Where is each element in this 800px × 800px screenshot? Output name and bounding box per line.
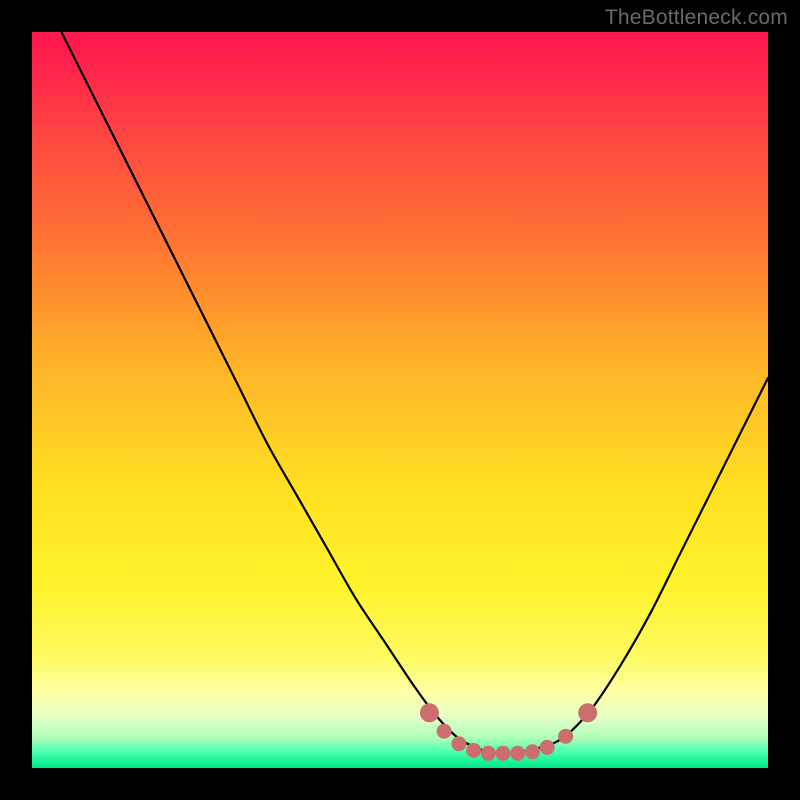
plot-area [32, 32, 768, 768]
optimum-marker [510, 746, 525, 761]
optimum-marker [540, 740, 555, 755]
optimum-marker [437, 724, 452, 739]
optimum-marker [558, 729, 573, 744]
bottleneck-curve [61, 32, 768, 754]
optimum-marker [451, 736, 466, 751]
optimum-marker [578, 703, 597, 722]
optimum-marker [420, 703, 439, 722]
optimum-marker [481, 746, 496, 761]
optimum-marker [525, 744, 540, 759]
watermark: TheBottleneck.com [605, 6, 788, 30]
curve-layer [32, 32, 768, 768]
chart-frame: TheBottleneck.com [0, 0, 800, 800]
optimum-band-markers [420, 703, 597, 760]
optimum-marker [496, 746, 511, 761]
optimum-marker [466, 743, 481, 758]
